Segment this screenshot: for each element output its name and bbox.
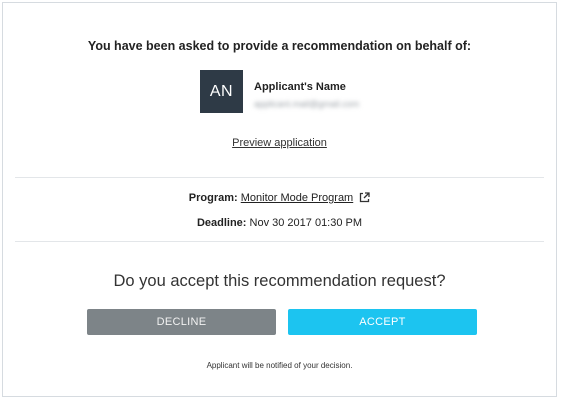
avatar: AN	[200, 70, 243, 113]
recommendation-request-card: You have been asked to provide a recomme…	[2, 2, 557, 397]
external-link-icon[interactable]	[359, 192, 370, 206]
divider	[15, 177, 544, 178]
request-headline: You have been asked to provide a recomme…	[87, 39, 472, 53]
applicant-info: Applicant's Name applicant.mail@gmail.co…	[254, 81, 359, 110]
program-link[interactable]: Monitor Mode Program	[241, 192, 354, 204]
applicant-name: Applicant's Name	[254, 81, 346, 93]
program-row: Program: Monitor Mode Program	[3, 192, 556, 206]
decision-question: Do you accept this recommendation reques…	[113, 272, 446, 290]
deadline-label: Deadline:	[196, 217, 247, 229]
program-label: Program:	[188, 192, 238, 204]
applicant-summary: AN Applicant's Name applicant.mail@gmail…	[200, 70, 359, 113]
preview-application-row: Preview application	[3, 137, 556, 149]
notification-note: Applicant will be notified of your decis…	[206, 361, 353, 370]
accept-button[interactable]: ACCEPT	[288, 309, 477, 335]
applicant-email: applicant.mail@gmail.com	[254, 99, 360, 109]
deadline-value: Nov 30 2017 01:30 PM	[249, 217, 363, 229]
deadline-row: Deadline: Nov 30 2017 01:30 PM	[3, 217, 556, 229]
divider	[15, 241, 544, 242]
preview-application-link[interactable]: Preview application	[232, 137, 327, 149]
decline-button[interactable]: DECLINE	[87, 309, 276, 335]
